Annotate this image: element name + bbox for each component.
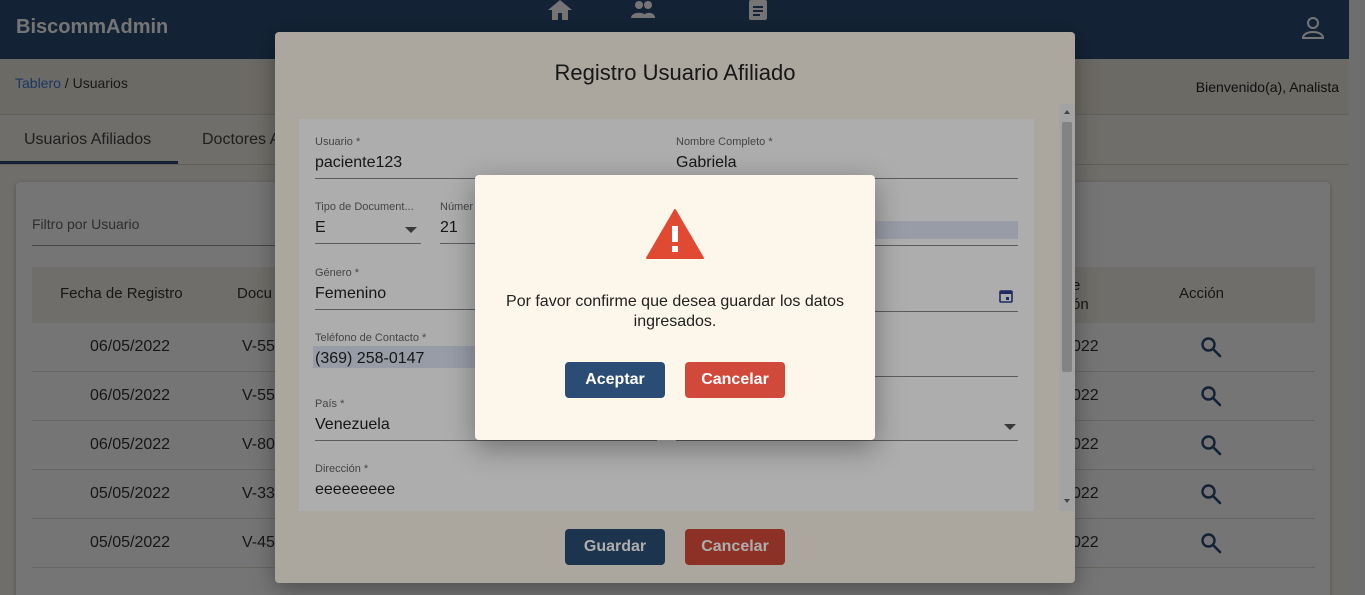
confirm-dialog: Por favor confirme que desea guardar los… xyxy=(475,175,875,440)
aceptar-button[interactable]: Aceptar xyxy=(565,362,665,398)
confirm-message: Por favor confirme que desea guardar los… xyxy=(506,293,844,330)
warning-icon xyxy=(646,209,704,259)
dialog-cancel-button[interactable]: Cancelar xyxy=(685,362,785,398)
